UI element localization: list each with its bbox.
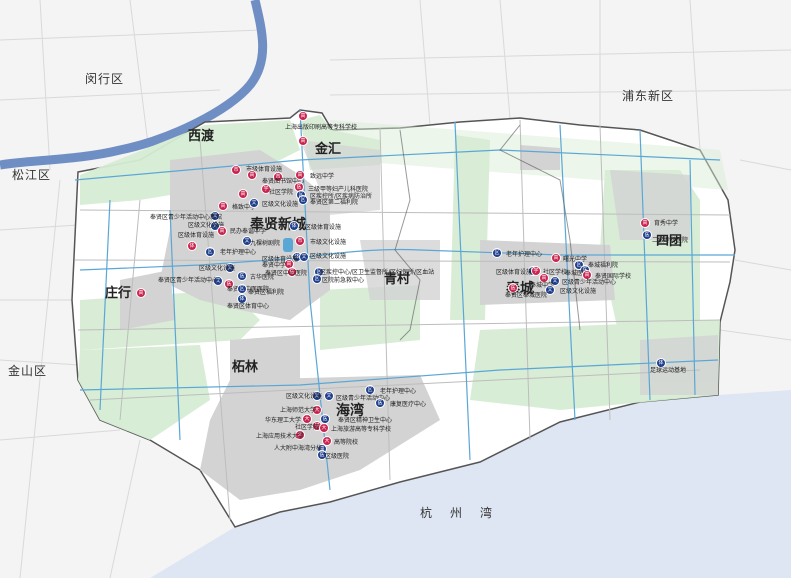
facility-label: 人大附中海湾分校 xyxy=(274,445,323,452)
town-label-zhelin: 柘林 xyxy=(232,360,259,375)
school-facility-marker[interactable]: 高 xyxy=(247,170,257,180)
school-facility-marker[interactable]: 大 xyxy=(319,423,329,433)
facility-label: 足球运动基地 xyxy=(650,367,687,374)
facility-label: 区级体育设施 xyxy=(305,224,342,231)
public-facility-marker[interactable]: 区 xyxy=(492,248,502,258)
public-facility-marker[interactable]: 区 xyxy=(205,247,215,257)
school-facility-marker[interactable]: 高 xyxy=(136,288,146,298)
facility-label: 老年护理中心 xyxy=(506,251,543,258)
facility-label: 上海出版印刷高等专科学校 xyxy=(285,124,358,131)
facility-label: 区级医院 xyxy=(325,453,350,460)
sea-label-hangzhou-bay: 杭州湾 xyxy=(420,506,511,520)
region-label-jinshan: 金山区 xyxy=(8,364,48,378)
facility-label: 老年护理中心 xyxy=(220,249,257,256)
facility-label: 区级青少年活动中心 xyxy=(562,279,617,286)
region-label-minhang: 闵行区 xyxy=(85,72,125,86)
facility-label: 九棵树剧院 xyxy=(250,240,281,247)
public-facility-marker[interactable]: 医 xyxy=(375,398,385,408)
facility-label: 古华医院 xyxy=(250,274,275,281)
school-facility-marker[interactable]: 高 xyxy=(238,189,248,199)
facility-label: 致远中学 xyxy=(310,173,335,180)
town-label-zhuanghang: 庄行 xyxy=(105,286,132,301)
facility-label: 高等院校 xyxy=(334,439,359,446)
facility-label: 上海师范大学 xyxy=(280,407,317,414)
facility-label: 奉贤中学 xyxy=(262,262,287,269)
school-facility-marker[interactable]: 高 xyxy=(295,170,305,180)
school-facility-marker[interactable]: 高 xyxy=(218,201,228,211)
facility-label: 老年护理中心 xyxy=(380,388,417,395)
public-facility-marker[interactable]: 文 xyxy=(299,252,309,262)
school-facility-marker[interactable]: 大 xyxy=(302,414,312,424)
facility-label: 奉贤区奉城医院 xyxy=(505,292,548,299)
region-label-songjiang: 松江区 xyxy=(12,168,52,182)
public-facility-marker[interactable]: 区 xyxy=(298,195,308,205)
facility-label: 区级文化设施 xyxy=(199,265,236,272)
school-facility-marker[interactable]: 市 xyxy=(231,165,241,175)
facility-label: 二级专科医院 xyxy=(652,237,689,244)
facility-label: 区级体育设施 xyxy=(496,269,533,276)
facility-label: 上海应用技术大学 xyxy=(256,433,305,440)
facility-label: 奉贤区体育中心 xyxy=(227,303,270,310)
town-label-jinhui: 金汇 xyxy=(315,142,342,157)
facility-label: 康复医疗中心 xyxy=(390,401,427,408)
facility-label: 奉贤区第二福利院 xyxy=(310,199,359,206)
school-facility-marker[interactable]: 高 xyxy=(551,253,561,263)
facility-label: 区级文化设施 xyxy=(560,288,597,295)
facility-label: 区级文化设施 xyxy=(286,393,323,400)
school-facility-marker[interactable]: 市 xyxy=(295,236,305,246)
facility-label: 市级文化设施 xyxy=(310,239,347,246)
public-facility-marker[interactable]: 区 xyxy=(237,284,247,294)
public-facility-marker[interactable]: 体 xyxy=(289,221,299,231)
facility-label: 区疾控中心/区卫生监督所/区妇保所/区血站 xyxy=(320,269,435,276)
facility-label: 区级体育设施 xyxy=(178,232,215,239)
facility-label: 区院前急救中心 xyxy=(322,277,365,284)
public-facility-marker[interactable]: 医 xyxy=(642,230,652,240)
facility-label: 社区学院 xyxy=(269,189,294,196)
facility-label: 民办奉谐中学 xyxy=(230,228,267,235)
school-facility-marker[interactable]: 高 xyxy=(217,226,227,236)
facility-label: 华东理工大学 xyxy=(265,417,302,424)
public-facility-marker[interactable]: 文 xyxy=(324,391,334,401)
public-facility-marker[interactable]: 区 xyxy=(312,274,322,284)
facility-label: 三级甲等妇产儿科医院 xyxy=(308,186,369,193)
public-facility-marker[interactable]: 区 xyxy=(365,385,375,395)
public-facility-marker[interactable]: 文 xyxy=(249,198,259,208)
facility-label: 奉贤区精神卫生中心 xyxy=(338,417,393,424)
facility-label: 上海旅游高等专科学校 xyxy=(331,426,392,433)
facility-label: 区级文化设施 xyxy=(262,201,299,208)
town-label-xidu: 西渡 xyxy=(188,129,215,144)
facility-label: 奉贤区青少年活动中心新馆 xyxy=(150,214,223,221)
school-facility-marker[interactable]: 高 xyxy=(640,218,650,228)
facility-label: 奉贤区福利院 xyxy=(248,289,285,296)
facility-label: 育秀中学 xyxy=(654,220,679,227)
public-facility-marker[interactable]: 医 xyxy=(237,271,247,281)
school-facility-marker[interactable]: 高 xyxy=(298,111,308,121)
facility-label: 区级文化设施 xyxy=(310,253,347,260)
facility-label: 奉城福利院 xyxy=(588,262,619,269)
jinhai-lake xyxy=(283,238,293,252)
region-label-pudong: 浦东新区 xyxy=(622,89,675,103)
facility-label: 奉贤区青少年活动中心 xyxy=(158,277,219,284)
school-facility-marker[interactable]: 高 xyxy=(298,136,308,146)
school-facility-marker[interactable]: 体 xyxy=(187,241,197,251)
